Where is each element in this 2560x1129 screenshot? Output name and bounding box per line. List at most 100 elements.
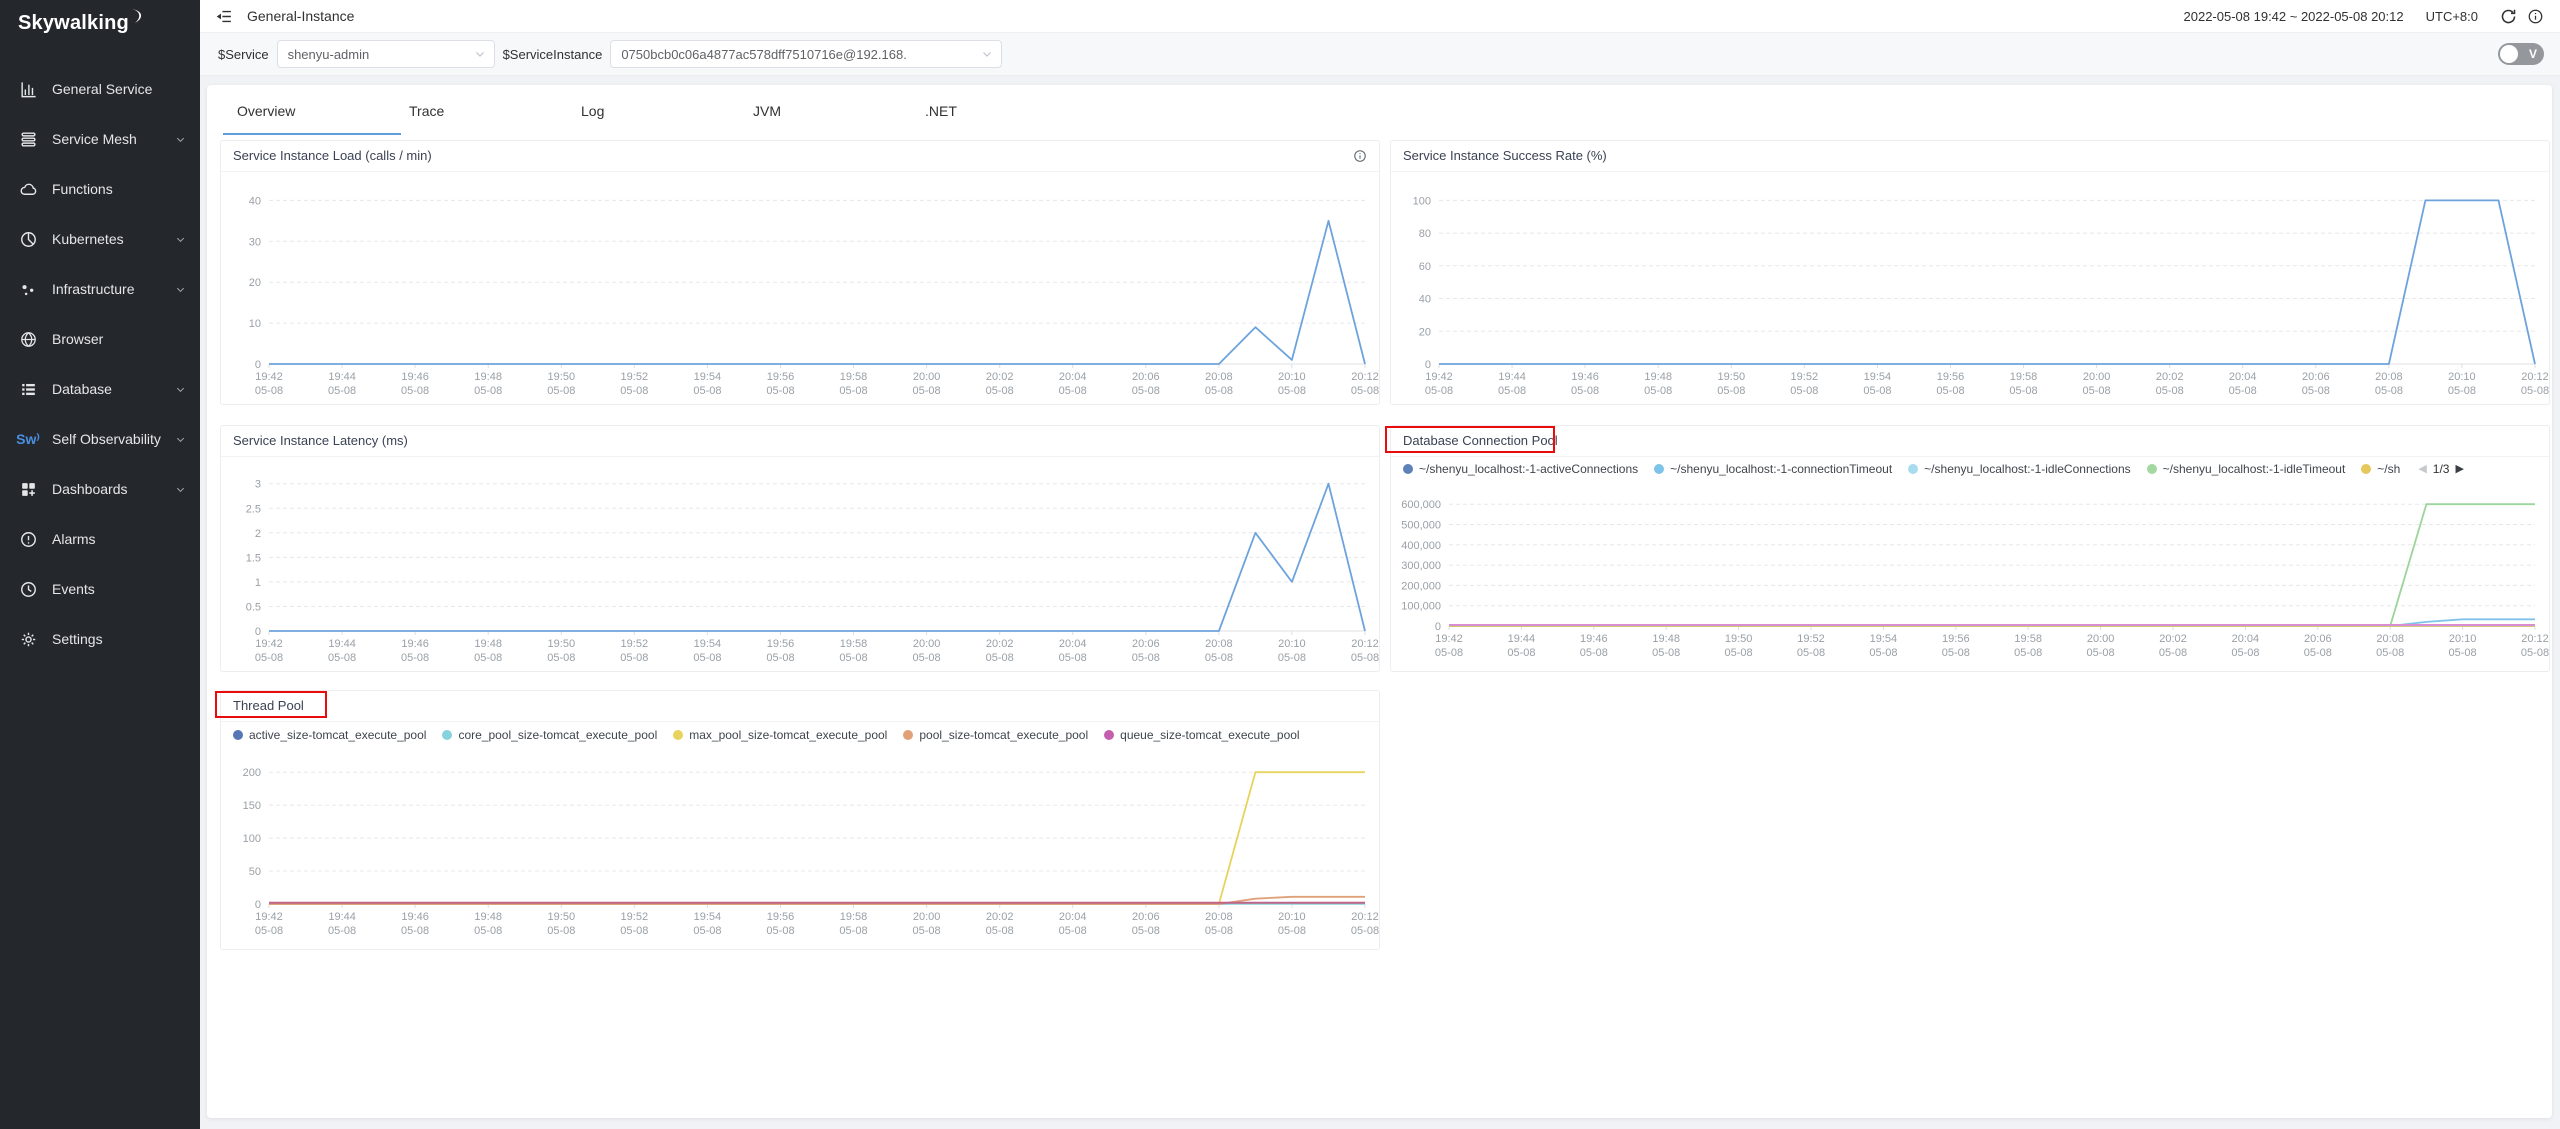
legend-item[interactable]: ~/shenyu_localhost:-1-idleTimeout bbox=[2147, 462, 2346, 476]
sidebar-item-self-observability[interactable]: Sw⁾ Self Observability bbox=[0, 414, 200, 464]
sidebar-item-infrastructure[interactable]: Infrastructure bbox=[0, 264, 200, 314]
legend-item[interactable]: pool_size-tomcat_execute_pool bbox=[903, 728, 1088, 742]
svg-text:05-08: 05-08 bbox=[2014, 647, 2042, 659]
svg-text:05-08: 05-08 bbox=[2083, 385, 2111, 397]
svg-text:05-08: 05-08 bbox=[913, 925, 941, 937]
svg-text:05-08: 05-08 bbox=[1059, 925, 1087, 937]
clock-icon bbox=[18, 579, 38, 599]
legend-dot bbox=[233, 730, 243, 740]
svg-text:05-08: 05-08 bbox=[1507, 647, 1535, 659]
thread-pool-chart[interactable]: 05010015020019:4205-0819:4405-0819:4605-… bbox=[221, 747, 1379, 949]
svg-text:05-08: 05-08 bbox=[839, 652, 867, 664]
legend-item[interactable]: active_size-tomcat_execute_pool bbox=[233, 728, 426, 742]
tab-trace[interactable]: Trace bbox=[409, 93, 581, 131]
svg-text:19:52: 19:52 bbox=[1797, 633, 1825, 645]
time-range-picker[interactable]: 2022-05-08 19:42 ~ 2022-05-08 20:12 bbox=[2184, 9, 2404, 24]
legend-item[interactable]: ~/shenyu_localhost:-1-activeConnections bbox=[1403, 462, 1638, 476]
legend-dot bbox=[1908, 464, 1918, 474]
legend-next-icon[interactable]: ▶ bbox=[2455, 462, 2463, 475]
service-instance-latency-chart[interactable]: 00.511.522.5319:4205-0819:4405-0819:4605… bbox=[221, 457, 1379, 676]
svg-text:20:12: 20:12 bbox=[2521, 371, 2549, 383]
svg-text:20: 20 bbox=[249, 277, 261, 289]
refresh-icon[interactable] bbox=[2500, 8, 2517, 25]
skywalking-logo[interactable]: Skywalking bbox=[0, 0, 200, 46]
svg-text:19:52: 19:52 bbox=[621, 371, 649, 383]
service-instance-select[interactable]: 0750bcb0c06a4877ac578dff7510716e@192.168… bbox=[610, 40, 1002, 68]
svg-text:300,000: 300,000 bbox=[1401, 560, 1441, 572]
database-connection-pool-chart[interactable]: 0100,000200,000300,000400,000500,000600,… bbox=[1391, 480, 2549, 671]
svg-text:150: 150 bbox=[243, 800, 261, 812]
info-icon[interactable] bbox=[2527, 8, 2544, 25]
service-instance-success-rate-chart[interactable]: 02040608010019:4205-0819:4405-0819:4605-… bbox=[1391, 172, 2549, 409]
legend-item[interactable]: ~/shenyu_localhost:-1-idleConnections bbox=[1908, 462, 2130, 476]
svg-text:20: 20 bbox=[1419, 326, 1431, 338]
svg-text:05-08: 05-08 bbox=[839, 385, 867, 397]
svg-text:19:50: 19:50 bbox=[1725, 633, 1753, 645]
logo-text: Skywalking bbox=[18, 12, 129, 35]
sidebar-item-label: Alarms bbox=[52, 531, 186, 547]
sidebar-item-service-mesh[interactable]: Service Mesh bbox=[0, 114, 200, 164]
svg-text:20:00: 20:00 bbox=[913, 371, 941, 383]
svg-text:20:08: 20:08 bbox=[1205, 911, 1233, 923]
svg-text:05-08: 05-08 bbox=[547, 925, 575, 937]
svg-text:05-08: 05-08 bbox=[2156, 385, 2184, 397]
service-instance-load-chart[interactable]: 01020304019:4205-0819:4405-0819:4605-081… bbox=[221, 172, 1379, 409]
legend-prev-icon[interactable]: ◀ bbox=[2418, 462, 2426, 475]
tab-dotnet[interactable]: .NET bbox=[925, 93, 1097, 131]
svg-text:20:12: 20:12 bbox=[2521, 633, 2549, 645]
svg-text:19:56: 19:56 bbox=[767, 638, 795, 650]
sidebar-item-functions[interactable]: Functions bbox=[0, 164, 200, 214]
svg-text:05-08: 05-08 bbox=[474, 385, 502, 397]
svg-text:19:44: 19:44 bbox=[1498, 371, 1526, 383]
sidebar-item-alarms[interactable]: Alarms bbox=[0, 514, 200, 564]
svg-text:05-08: 05-08 bbox=[693, 652, 721, 664]
sidebar-item-events[interactable]: Events bbox=[0, 564, 200, 614]
svg-text:19:52: 19:52 bbox=[621, 911, 649, 923]
svg-text:05-08: 05-08 bbox=[1644, 385, 1672, 397]
menu-collapse-icon[interactable] bbox=[216, 8, 233, 25]
legend-item[interactable]: max_pool_size-tomcat_execute_pool bbox=[673, 728, 887, 742]
sidebar-item-settings[interactable]: Settings bbox=[0, 614, 200, 664]
svg-text:05-08: 05-08 bbox=[839, 925, 867, 937]
tab-jvm[interactable]: JVM bbox=[753, 93, 925, 131]
tab-overview[interactable]: Overview bbox=[237, 93, 409, 131]
sidebar-item-browser[interactable]: Browser bbox=[0, 314, 200, 364]
legend-item[interactable]: ~/shenyu_localhost:-1-connectionTimeout bbox=[1654, 462, 1892, 476]
svg-text:19:50: 19:50 bbox=[548, 911, 576, 923]
sidebar-item-kubernetes[interactable]: Kubernetes bbox=[0, 214, 200, 264]
svg-text:19:54: 19:54 bbox=[694, 371, 722, 383]
service-select[interactable]: shenyu-admin bbox=[277, 40, 495, 68]
dashboard-panel: Overview Trace Log JVM .NET Service Inst… bbox=[207, 85, 2552, 1118]
sidebar-item-general-service[interactable]: General Service bbox=[0, 64, 200, 114]
svg-text:20:06: 20:06 bbox=[1132, 638, 1160, 650]
service-var-label: $Service bbox=[218, 47, 269, 62]
svg-text:05-08: 05-08 bbox=[2448, 385, 2476, 397]
svg-text:19:44: 19:44 bbox=[328, 638, 356, 650]
svg-text:05-08: 05-08 bbox=[328, 652, 356, 664]
legend-item[interactable]: core_pool_size-tomcat_execute_pool bbox=[442, 728, 657, 742]
gear-icon bbox=[18, 629, 38, 649]
info-icon[interactable] bbox=[1353, 149, 1367, 163]
chevron-down-icon bbox=[175, 484, 186, 495]
legend-item[interactable]: queue_size-tomcat_execute_pool bbox=[1104, 728, 1299, 742]
sidebar-item-database[interactable]: Database bbox=[0, 364, 200, 414]
svg-text:05-08: 05-08 bbox=[1278, 925, 1306, 937]
sidebar-item-label: Self Observability bbox=[52, 431, 175, 447]
sidebar-item-dashboards[interactable]: Dashboards bbox=[0, 464, 200, 514]
svg-text:05-08: 05-08 bbox=[401, 925, 429, 937]
chevron-down-icon bbox=[175, 134, 186, 145]
legend-item[interactable]: ~/sh bbox=[2361, 462, 2400, 476]
svg-text:600,000: 600,000 bbox=[1401, 499, 1441, 511]
svg-text:05-08: 05-08 bbox=[1132, 652, 1160, 664]
layers-icon bbox=[18, 129, 38, 149]
tab-log[interactable]: Log bbox=[581, 93, 753, 131]
legend-dot bbox=[442, 730, 452, 740]
svg-text:20:10: 20:10 bbox=[2449, 633, 2477, 645]
svg-text:05-08: 05-08 bbox=[766, 652, 794, 664]
svg-text:3: 3 bbox=[255, 479, 261, 491]
svg-text:200,000: 200,000 bbox=[1401, 580, 1441, 592]
view-mode-toggle[interactable]: V bbox=[2498, 43, 2544, 65]
svg-text:19:48: 19:48 bbox=[1644, 371, 1672, 383]
svg-text:19:46: 19:46 bbox=[401, 638, 429, 650]
svg-text:19:56: 19:56 bbox=[767, 371, 795, 383]
